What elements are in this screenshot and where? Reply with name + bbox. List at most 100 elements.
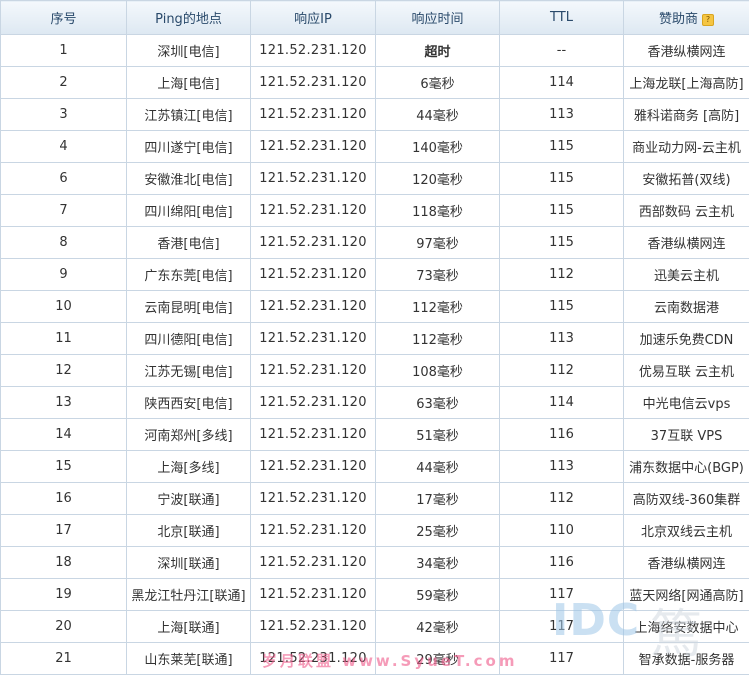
cell-ttl: 116: [500, 419, 624, 451]
cell-ttl: 113: [500, 451, 624, 483]
cell-location: 安徽淮北[电信]: [127, 163, 251, 195]
cell-sponsor[interactable]: 智承数据-服务器: [624, 643, 749, 675]
cell-location: 上海[联通]: [127, 611, 251, 643]
cell-time: 112毫秒: [376, 291, 500, 323]
cell-sponsor[interactable]: 高防双线-360集群: [624, 483, 749, 515]
header-row: 序号 Ping的地点 响应IP 响应时间 TTL 赞助商?: [1, 1, 749, 35]
header-sponsor-cell[interactable]: 赞助商?: [624, 1, 749, 35]
cell-time: 25毫秒: [376, 515, 500, 547]
cell-sponsor[interactable]: 商业动力网-云主机: [624, 131, 749, 163]
cell-location: 上海[电信]: [127, 67, 251, 99]
cell-ttl: 117: [500, 643, 624, 675]
cell-location: 深圳[电信]: [127, 35, 251, 67]
cell-location: 四川遂宁[电信]: [127, 131, 251, 163]
cell-ip: 121.52.231.120: [251, 547, 376, 579]
cell-ip: 121.52.231.120: [251, 67, 376, 99]
cell-location: 北京[联通]: [127, 515, 251, 547]
cell-index: 7: [1, 195, 127, 227]
cell-ttl: 112: [500, 483, 624, 515]
cell-sponsor[interactable]: 浦东数据中心(BGP): [624, 451, 749, 483]
header-ttl[interactable]: TTL: [500, 1, 624, 35]
cell-ttl: 112: [500, 355, 624, 387]
cell-index: 4: [1, 131, 127, 163]
cell-location: 河南郑州[多线]: [127, 419, 251, 451]
cell-index: 1: [1, 35, 127, 67]
cell-sponsor[interactable]: 香港纵横网连: [624, 227, 749, 259]
cell-ip: 121.52.231.120: [251, 195, 376, 227]
table-row: 20上海[联通]121.52.231.12042毫秒117上海络安数据中心: [1, 611, 749, 643]
cell-sponsor[interactable]: 37互联 VPS: [624, 419, 749, 451]
cell-time: 59毫秒: [376, 579, 500, 611]
cell-sponsor[interactable]: 上海络安数据中心: [624, 611, 749, 643]
header-ip[interactable]: 响应IP: [251, 1, 376, 35]
table-row: 13陕西西安[电信]121.52.231.12063毫秒114中光电信云vps: [1, 387, 749, 419]
table-row: 21山东莱芜[联通]121.52.231.12029毫秒117智承数据-服务器: [1, 643, 749, 675]
cell-sponsor[interactable]: 优易互联 云主机: [624, 355, 749, 387]
cell-location: 陕西西安[电信]: [127, 387, 251, 419]
header-time[interactable]: 响应时间: [376, 1, 500, 35]
cell-time: 73毫秒: [376, 259, 500, 291]
cell-ip: 121.52.231.120: [251, 579, 376, 611]
cell-time: 120毫秒: [376, 163, 500, 195]
cell-index: 18: [1, 547, 127, 579]
cell-location: 黑龙江牡丹江[联通]: [127, 579, 251, 611]
cell-sponsor[interactable]: 香港纵横网连: [624, 35, 749, 67]
cell-time: 44毫秒: [376, 451, 500, 483]
table-row: 16宁波[联通]121.52.231.12017毫秒112高防双线-360集群: [1, 483, 749, 515]
table-row: 15上海[多线]121.52.231.12044毫秒113浦东数据中心(BGP): [1, 451, 749, 483]
table-row: 2上海[电信]121.52.231.1206毫秒114上海龙联[上海高防]: [1, 67, 749, 99]
cell-index: 11: [1, 323, 127, 355]
cell-ip: 121.52.231.120: [251, 291, 376, 323]
cell-ip: 121.52.231.120: [251, 323, 376, 355]
cell-index: 8: [1, 227, 127, 259]
info-badge-icon[interactable]: ?: [702, 14, 714, 26]
table-row: 8香港[电信]121.52.231.12097毫秒115香港纵横网连: [1, 227, 749, 259]
cell-ttl: 116: [500, 547, 624, 579]
cell-ttl: 112: [500, 259, 624, 291]
cell-sponsor[interactable]: 西部数码 云主机: [624, 195, 749, 227]
cell-sponsor[interactable]: 迅美云主机: [624, 259, 749, 291]
cell-index: 15: [1, 451, 127, 483]
cell-sponsor[interactable]: 上海龙联[上海高防]: [624, 67, 749, 99]
cell-time: 超时: [376, 35, 500, 67]
cell-ip: 121.52.231.120: [251, 259, 376, 291]
header-location[interactable]: Ping的地点: [127, 1, 251, 35]
cell-ip: 121.52.231.120: [251, 131, 376, 163]
cell-index: 16: [1, 483, 127, 515]
cell-sponsor[interactable]: 云南数据港: [624, 291, 749, 323]
cell-ttl: 115: [500, 227, 624, 259]
cell-location: 江苏无锡[电信]: [127, 355, 251, 387]
cell-time: 29毫秒: [376, 643, 500, 675]
table-row: 18深圳[联通]121.52.231.12034毫秒116香港纵横网连: [1, 547, 749, 579]
cell-ttl: 115: [500, 291, 624, 323]
cell-index: 21: [1, 643, 127, 675]
table-row: 9广东东莞[电信]121.52.231.12073毫秒112迅美云主机: [1, 259, 749, 291]
cell-sponsor[interactable]: 雅科诺商务 [高防]: [624, 99, 749, 131]
cell-ttl: 117: [500, 611, 624, 643]
cell-ttl: 110: [500, 515, 624, 547]
cell-index: 3: [1, 99, 127, 131]
cell-ip: 121.52.231.120: [251, 643, 376, 675]
cell-sponsor[interactable]: 北京双线云主机: [624, 515, 749, 547]
cell-index: 10: [1, 291, 127, 323]
table-row: 6安徽淮北[电信]121.52.231.120120毫秒115安徽拓普(双线): [1, 163, 749, 195]
cell-time: 17毫秒: [376, 483, 500, 515]
cell-ip: 121.52.231.120: [251, 611, 376, 643]
table-header: 序号 Ping的地点 响应IP 响应时间 TTL 赞助商?: [1, 1, 749, 35]
cell-time: 112毫秒: [376, 323, 500, 355]
cell-sponsor[interactable]: 安徽拓普(双线): [624, 163, 749, 195]
header-index[interactable]: 序号: [1, 1, 127, 35]
table-row: 19黑龙江牡丹江[联通]121.52.231.12059毫秒117蓝天网络[网通…: [1, 579, 749, 611]
table-row: 3江苏镇江[电信]121.52.231.12044毫秒113雅科诺商务 [高防]: [1, 99, 749, 131]
cell-location: 上海[多线]: [127, 451, 251, 483]
cell-sponsor[interactable]: 蓝天网络[网通高防]: [624, 579, 749, 611]
cell-ttl: 115: [500, 195, 624, 227]
cell-sponsor[interactable]: 香港纵横网连: [624, 547, 749, 579]
cell-index: 6: [1, 163, 127, 195]
cell-index: 19: [1, 579, 127, 611]
table-row: 11四川德阳[电信]121.52.231.120112毫秒113加速乐免费CDN: [1, 323, 749, 355]
cell-sponsor[interactable]: 中光电信云vps: [624, 387, 749, 419]
cell-sponsor[interactable]: 加速乐免费CDN: [624, 323, 749, 355]
cell-ip: 121.52.231.120: [251, 483, 376, 515]
table-row: 1深圳[电信]121.52.231.120超时--香港纵横网连: [1, 35, 749, 67]
